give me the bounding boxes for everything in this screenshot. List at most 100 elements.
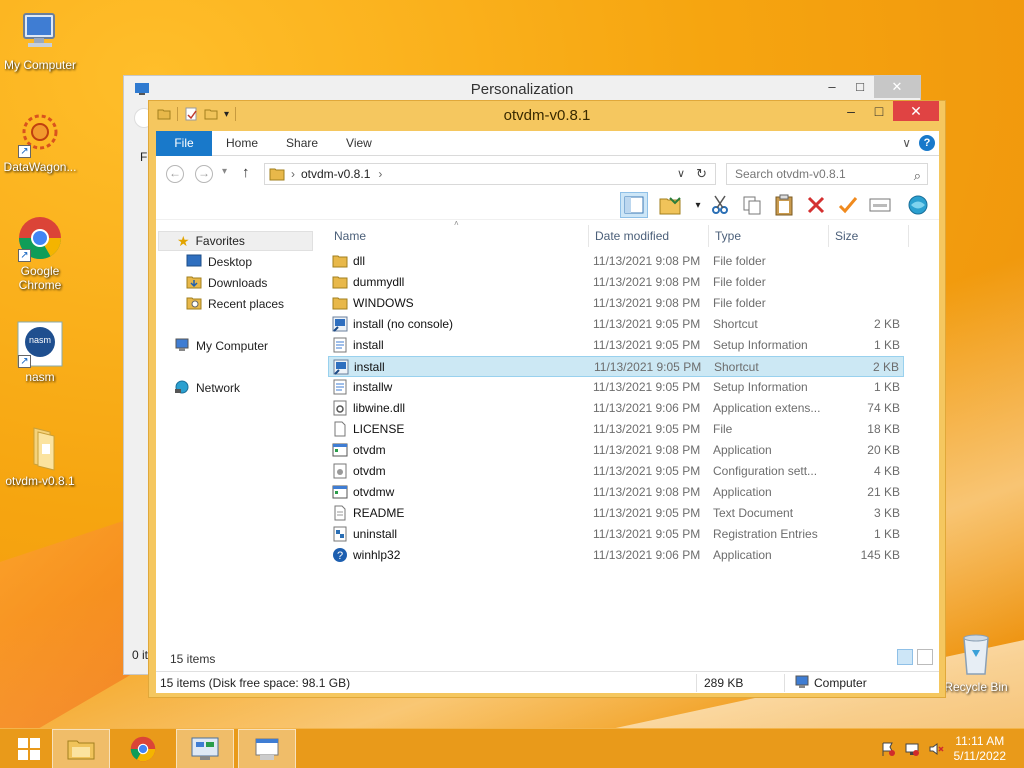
maximize-button[interactable]: □: [865, 101, 893, 121]
file-name: install: [354, 360, 385, 374]
file-name: install: [353, 338, 384, 352]
file-row[interactable]: libwine.dll 11/13/2021 9:06 PM Application…: [328, 398, 904, 419]
command-toolbar: ▾: [156, 190, 939, 220]
taskbar-app[interactable]: [238, 729, 296, 768]
network-status-icon[interactable]: [904, 741, 920, 757]
file-date-modified: 11/13/2021 9:05 PM: [593, 317, 701, 331]
column-separator[interactable]: [588, 225, 589, 247]
nav-item-downloads[interactable]: Downloads: [186, 273, 267, 293]
file-row[interactable]: uninstall 11/13/2021 9:05 PM Registration …: [328, 524, 904, 545]
desktop-icon-label: My Computer: [3, 58, 77, 72]
back-button[interactable]: ←: [166, 165, 184, 183]
chrome-icon: ↗: [16, 214, 64, 262]
globe-icon[interactable]: [904, 192, 932, 218]
taskbar-file-explorer[interactable]: [52, 729, 110, 768]
file-row[interactable]: LICENSE 11/13/2021 9:05 PM File 18 KB: [328, 419, 904, 440]
up-button[interactable]: ↑: [242, 164, 250, 181]
file-row[interactable]: WINDOWS 11/13/2021 9:08 PM File folder: [328, 293, 904, 314]
desktop-icon-datawagon[interactable]: ↗ DataWagon...: [0, 110, 80, 174]
file-row[interactable]: installw 11/13/2021 9:05 PM Setup Informat…: [328, 377, 904, 398]
start-button[interactable]: [0, 729, 58, 768]
column-header-size[interactable]: Size: [835, 229, 858, 243]
file-type: File folder: [713, 296, 766, 310]
copy-button[interactable]: [738, 192, 766, 218]
nav-item-recent-places[interactable]: Recent places: [186, 294, 284, 314]
desktop-icon-chrome[interactable]: ↗ Google Chrome: [0, 214, 80, 292]
details-view-button[interactable]: [897, 649, 913, 665]
address-bar[interactable]: › otvdm-v0.8.1 › ∨ ↻: [264, 163, 716, 185]
action-center-flag-icon[interactable]: [880, 741, 896, 757]
file-row[interactable]: README 11/13/2021 9:05 PM Text Document 3 K…: [328, 503, 904, 524]
column-header-name[interactable]: Name: [334, 229, 366, 243]
preview-pane-button[interactable]: [620, 192, 648, 218]
desktop-icon-otvdm-folder[interactable]: otvdm-v0.8.1: [0, 424, 80, 488]
taskbar-control-panel[interactable]: [176, 729, 234, 768]
file-date-modified: 11/13/2021 9:05 PM: [594, 360, 702, 374]
shortcut-arrow-icon: ↗: [18, 355, 31, 368]
recent-locations-button[interactable]: ▾: [222, 166, 227, 177]
rename-button[interactable]: [834, 192, 862, 218]
file-row[interactable]: install (no console) 11/13/2021 9:05 PM Sh…: [328, 314, 904, 335]
file-row[interactable]: install 11/13/2021 9:05 PM Setup Informati…: [328, 335, 904, 356]
explorer-window[interactable]: ▾ otvdm-v0.8.1 – □ ✕ File Home Share Vie…: [148, 100, 946, 698]
file-row[interactable]: otvdm 11/13/2021 9:05 PM Configuration set…: [328, 461, 904, 482]
control-panel-icon: [191, 737, 219, 760]
file-icon: [332, 421, 348, 437]
nav-item-network[interactable]: Network: [174, 378, 240, 398]
file-row[interactable]: otvdmw 11/13/2021 9:08 PM Application 21 KB: [328, 482, 904, 503]
file-name: WINDOWS: [353, 296, 414, 310]
column-separator[interactable]: [828, 225, 829, 247]
column-header-date[interactable]: Date modified: [595, 229, 669, 243]
breadcrumb-separator[interactable]: ›: [291, 167, 295, 181]
nav-item-favorites[interactable]: ★ Favorites: [158, 231, 313, 251]
taskbar-chrome[interactable]: [114, 729, 172, 768]
tab-file[interactable]: File: [156, 130, 212, 156]
move-to-folder-button[interactable]: [656, 192, 684, 218]
file-row[interactable]: dummydll 11/13/2021 9:08 PM File folder: [328, 272, 904, 293]
properties-button[interactable]: [866, 192, 894, 218]
breadcrumb-separator[interactable]: ›: [378, 167, 382, 181]
search-input[interactable]: Search otvdm-v0.8.1 ⌕: [726, 163, 928, 185]
delete-button[interactable]: [802, 192, 830, 218]
cut-button[interactable]: [706, 192, 734, 218]
partial-label: 0 it: [132, 648, 149, 662]
desktop-icon-nasm[interactable]: nasm ↗ nasm: [0, 320, 80, 384]
desktop-icon-my-computer[interactable]: My Computer: [0, 8, 80, 72]
tab-share[interactable]: Share: [272, 131, 332, 156]
tab-view[interactable]: View: [332, 131, 386, 156]
refresh-button[interactable]: ↻: [696, 166, 707, 182]
application-icon: [332, 442, 348, 458]
file-row[interactable]: install 11/13/2021 9:05 PM Shortcut 2 KB: [328, 356, 904, 377]
volume-muted-icon[interactable]: [928, 741, 944, 757]
file-type: Application: [713, 485, 772, 499]
column-separator[interactable]: [908, 225, 909, 247]
column-separator[interactable]: [708, 225, 709, 247]
nav-item-desktop[interactable]: Desktop: [186, 252, 252, 272]
system-clock[interactable]: 11:11 AM 5/11/2022: [954, 734, 1007, 764]
maximize-button[interactable]: □: [846, 76, 874, 98]
file-row[interactable]: ? winhlp32 11/13/2021 9:06 PM Application 14…: [328, 545, 904, 566]
file-size: 2 KB: [872, 360, 899, 374]
breadcrumb-item[interactable]: otvdm-v0.8.1: [301, 167, 370, 181]
tab-home[interactable]: Home: [212, 131, 272, 156]
close-button[interactable]: ✕: [893, 101, 939, 121]
ribbon-tabs: File Home Share View ∨ ?: [156, 130, 939, 156]
minimize-button[interactable]: –: [837, 101, 865, 121]
desktop-icon-recycle-bin[interactable]: Recycle Bin: [936, 630, 1016, 694]
help-icon[interactable]: ?: [919, 135, 935, 151]
expand-ribbon-button[interactable]: ∨: [902, 136, 911, 150]
address-dropdown-button[interactable]: ∨: [677, 167, 685, 180]
minimize-button[interactable]: –: [818, 76, 846, 98]
search-icon[interactable]: ⌕: [914, 166, 921, 186]
file-row[interactable]: otvdm 11/13/2021 9:08 PM Application 20 KB: [328, 440, 904, 461]
file-row[interactable]: dll 11/13/2021 9:08 PM File folder: [328, 251, 904, 272]
nav-item-my-computer[interactable]: My Computer: [174, 336, 268, 356]
column-header-type[interactable]: Type: [715, 229, 741, 243]
close-button[interactable]: ✕: [874, 76, 920, 98]
large-icons-view-button[interactable]: [917, 649, 933, 665]
paste-button[interactable]: [770, 192, 798, 218]
forward-button[interactable]: →: [195, 165, 213, 183]
file-name: otvdm: [353, 443, 386, 457]
nav-item-label: Desktop: [208, 255, 253, 269]
title-bar[interactable]: ▾ otvdm-v0.8.1 – □ ✕: [149, 101, 945, 131]
